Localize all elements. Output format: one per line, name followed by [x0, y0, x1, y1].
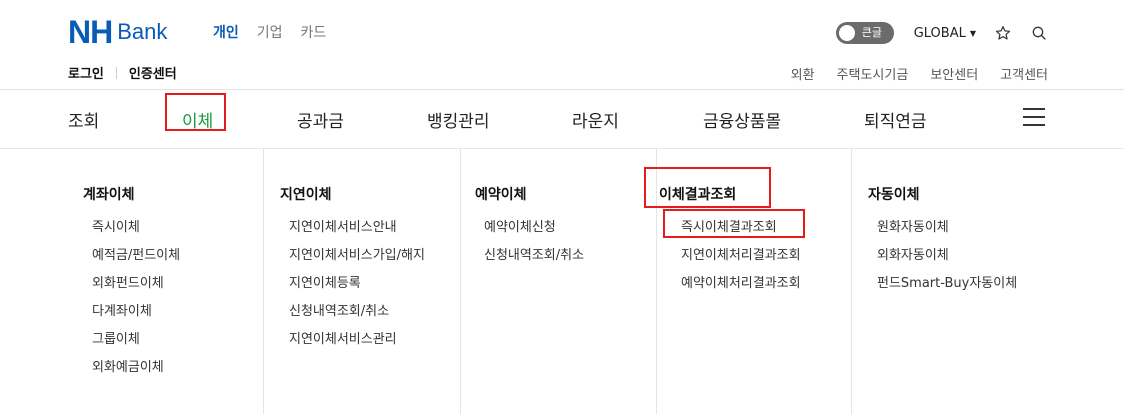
menu-item[interactable]: 지연이체서비스가입/해지: [289, 244, 425, 263]
login-row: 로그인 인증센터: [68, 63, 177, 82]
search-icon[interactable]: [1030, 24, 1048, 42]
column-title: 자동이체: [868, 187, 920, 203]
logo-bank-text: Bank: [117, 19, 168, 44]
nav-financial-products[interactable]: 금융상품몰: [703, 107, 781, 132]
menu-column-scheduled-transfer: 예약이체 예약이체신청 신청내역조회/취소: [460, 149, 656, 414]
menu-item[interactable]: 예적금/펀드이체: [92, 244, 180, 263]
menu-item[interactable]: 지연이체서비스안내: [289, 216, 397, 235]
star-icon[interactable]: [994, 24, 1012, 42]
tab-business[interactable]: 기업: [257, 22, 283, 42]
nav-lounge[interactable]: 라운지: [572, 107, 619, 132]
toggle-label: 큰글: [861, 26, 882, 39]
hamburger-menu-icon[interactable]: [1023, 108, 1045, 126]
nh-bank-logo[interactable]: NH Bank: [68, 16, 167, 48]
nav-inquiry[interactable]: 조회: [68, 107, 99, 132]
logo-nh-text: NH: [68, 14, 113, 50]
menu-item[interactable]: 신청내역조회/취소: [484, 244, 584, 263]
menu-item[interactable]: 원화자동이체: [877, 216, 949, 235]
menu-item[interactable]: 외화예금이체: [92, 356, 164, 375]
util-link-customer-center[interactable]: 고객센터: [1000, 64, 1048, 83]
nav-banking-management[interactable]: 뱅킹관리: [427, 107, 490, 132]
util-link-security-center[interactable]: 보안센터: [930, 64, 978, 83]
menu-item[interactable]: 신청내역조회/취소: [289, 300, 389, 319]
column-title: 예약이체: [475, 187, 527, 203]
menu-item[interactable]: 그룹이체: [92, 328, 140, 347]
toggle-knob: [838, 25, 855, 41]
menu-column-auto-transfer: 자동이체 원화자동이체 외화자동이체 펀드Smart-Buy자동이체: [851, 149, 1124, 414]
caret-down-icon: ▼: [969, 28, 976, 38]
global-dropdown[interactable]: GLOBAL ▼: [914, 26, 976, 41]
menu-item[interactable]: 지연이체등록: [289, 272, 361, 291]
column-title: 지연이체: [280, 187, 332, 203]
menu-item[interactable]: 즉시이체: [92, 216, 140, 235]
menu-column-transfer-results: 이체결과조회 즉시이체결과조회 지연이체처리결과조회 예약이체처리결과조회: [644, 149, 851, 414]
nav-utility-bills[interactable]: 공과금: [297, 107, 344, 132]
util-link-housing-fund[interactable]: 주택도시기금: [837, 64, 909, 83]
column-title: 이체결과조회: [659, 187, 737, 203]
menu-item[interactable]: 예약이체처리결과조회: [681, 272, 801, 291]
menu-item[interactable]: 외화자동이체: [877, 244, 949, 263]
tab-card[interactable]: 카드: [301, 22, 327, 42]
menu-item[interactable]: 즉시이체결과조회: [681, 216, 777, 235]
menu-column-account-transfer: 계좌이체 즉시이체 예적금/펀드이체 외화펀드이체 다계좌이체 그룹이체 외화예…: [0, 149, 263, 414]
cert-center-link[interactable]: 인증센터: [129, 63, 177, 82]
customer-type-tabs: 개인 기업 카드: [213, 22, 344, 42]
global-label: GLOBAL: [913, 25, 966, 41]
divider: [115, 66, 117, 79]
utility-links: 외환 주택도시기금 보안센터 고객센터: [769, 64, 1048, 83]
tab-personal[interactable]: 개인: [213, 22, 239, 42]
menu-item[interactable]: 외화펀드이체: [92, 272, 164, 291]
menu-item[interactable]: 지연이체서비스관리: [289, 328, 397, 347]
menu-column-delayed-transfer: 지연이체 지연이체서비스안내 지연이체서비스가입/해지 지연이체등록 신청내역조…: [263, 149, 460, 414]
menu-item[interactable]: 예약이체신청: [484, 216, 556, 235]
transfer-mega-menu: 계좌이체 즉시이체 예적금/펀드이체 외화펀드이체 다계좌이체 그룹이체 외화예…: [0, 149, 1124, 414]
header-utilities: 큰글 GLOBAL ▼: [835, 22, 1048, 44]
login-link[interactable]: 로그인: [68, 63, 104, 82]
highlight-box-transfer: [165, 93, 226, 131]
large-text-toggle[interactable]: 큰글: [835, 22, 894, 44]
menu-item[interactable]: 펀드Smart-Buy자동이체: [877, 272, 1017, 291]
nav-retirement-pension[interactable]: 퇴직연금: [864, 107, 927, 132]
menu-item[interactable]: 지연이체처리결과조회: [681, 244, 801, 263]
util-link-forex[interactable]: 외환: [791, 64, 815, 83]
menu-item[interactable]: 다계좌이체: [92, 300, 152, 319]
column-title: 계좌이체: [83, 187, 135, 203]
main-nav: 조회 이체 공과금 뱅킹관리 라운지 금융상품몰 퇴직연금: [0, 90, 1124, 148]
